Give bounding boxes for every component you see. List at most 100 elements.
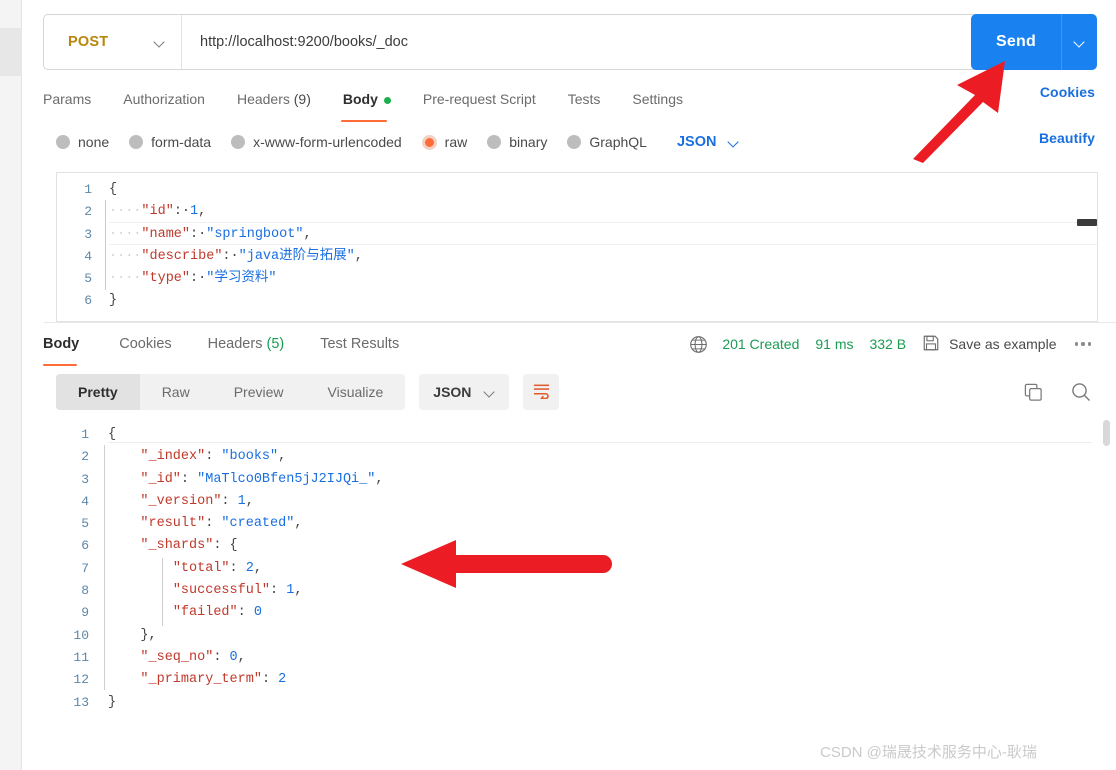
code-line: } (109, 293, 118, 309)
save-icon (922, 334, 940, 355)
line-number: 3 (81, 471, 89, 487)
response-time: 91 ms (815, 336, 854, 352)
annotation-arrow-to-send-button (913, 61, 1005, 163)
line-number: 4 (81, 493, 89, 509)
body-mode-raw[interactable]: raw (421, 134, 467, 150)
body-format-selector[interactable]: JSON (677, 134, 740, 150)
left-sidebar-rail (0, 0, 22, 770)
line-number: 5 (81, 516, 89, 532)
chevron-down-icon (1074, 37, 1085, 48)
view-label: Pretty (78, 384, 118, 400)
response-bottom-edge (44, 738, 1116, 739)
active-tab-underline (340, 119, 387, 122)
copy-icon[interactable] (1023, 382, 1044, 403)
code-line: "_id": "MaTlco0Bfen5jJ2IJQi_", (140, 471, 384, 487)
tab-settings[interactable]: Settings (616, 84, 699, 114)
body-modified-dot-icon (383, 96, 391, 104)
body-mode-none[interactable]: none (56, 134, 109, 150)
code-line: { (108, 427, 117, 442)
body-mode-form-data[interactable]: form-data (129, 134, 211, 150)
body-mode-graphql[interactable]: GraphQL (567, 134, 647, 150)
chevron-down-icon (484, 387, 495, 398)
save-as-example-button[interactable]: Save as example (922, 334, 1057, 355)
response-format-selector[interactable]: JSON (419, 374, 510, 410)
tab-label: Settings (632, 91, 683, 107)
wrap-lines-button[interactable] (523, 374, 560, 410)
request-scrollbar-thumb[interactable] (1077, 219, 1097, 226)
watermark-text: CSDN @瑞晟技术服务中心-耿瑞 (820, 744, 1037, 761)
line-number: 2 (81, 449, 89, 465)
tab-label: Headers (207, 336, 263, 352)
code-line: "_version": 1, (140, 493, 254, 509)
response-tab-cookies[interactable]: Cookies (101, 330, 189, 358)
response-tab-headers[interactable]: Headers (5) (190, 330, 303, 358)
tab-label: Tests (567, 91, 601, 107)
code-line: ····"id":·1, (109, 204, 207, 220)
save-as-example-label: Save as example (949, 336, 1057, 352)
response-tab-body[interactable]: Body (43, 330, 101, 366)
radio-label: binary (509, 134, 548, 150)
chevron-down-icon (154, 37, 165, 48)
headers-count: (9) (293, 91, 311, 107)
body-mode-radio-group: none form-data x-www-form-urlencoded raw… (56, 130, 739, 154)
line-number: 3 (84, 226, 92, 242)
radio-label: none (78, 134, 110, 150)
tab-params[interactable]: Params (43, 84, 107, 114)
line-number: 6 (81, 538, 89, 554)
view-preview[interactable]: Preview (212, 374, 306, 410)
response-scrollbar-thumb[interactable] (1103, 420, 1110, 446)
line-number: 8 (81, 583, 89, 599)
code-line: "_seq_no": 0, (140, 649, 246, 665)
tab-label: Params (43, 91, 92, 107)
code-fold-guide (105, 200, 106, 290)
view-visualize[interactable]: Visualize (306, 374, 406, 410)
radio-label: x-www-form-urlencoded (253, 134, 402, 150)
line-number: 13 (73, 694, 89, 710)
request-url-input[interactable] (182, 15, 982, 69)
cookies-link[interactable]: Cookies (1040, 84, 1095, 100)
view-raw[interactable]: Raw (140, 374, 212, 410)
line-number: 6 (84, 293, 92, 309)
radio-label: GraphQL (589, 134, 647, 150)
code-line: "_primary_term": 2 (140, 672, 287, 688)
response-tab-test-results[interactable]: Test Results (302, 330, 417, 358)
response-status: 201 Created (722, 336, 800, 352)
wrap-lines-icon (532, 382, 551, 402)
response-format-label: JSON (433, 384, 472, 400)
headers-count: (5) (266, 336, 285, 352)
body-mode-x-www-form-urlencoded[interactable]: x-www-form-urlencoded (231, 134, 402, 150)
view-label: Preview (233, 384, 284, 400)
body-format-label: JSON (676, 134, 717, 150)
search-icon[interactable] (1070, 381, 1092, 403)
tab-pre-request-script[interactable]: Pre-request Script (407, 84, 552, 114)
request-line-numbers: 1 2 3 4 5 6 (57, 173, 101, 321)
body-mode-binary[interactable]: binary (487, 134, 547, 150)
line-number: 10 (73, 627, 89, 643)
tab-body[interactable]: Body (327, 84, 407, 122)
response-view-toolbar: Pretty Raw Preview Visualize JSON (56, 374, 560, 410)
view-pretty[interactable]: Pretty (56, 374, 140, 410)
http-method-label: POST (68, 34, 109, 50)
tab-label: Body (43, 336, 80, 352)
response-line-numbers: 1 2 3 4 5 6 7 8 9 10 11 12 13 (44, 418, 100, 738)
tab-tests[interactable]: Tests (552, 84, 617, 114)
http-method-selector[interactable]: POST (44, 15, 182, 69)
line-number: 2 (84, 204, 92, 220)
radio-icon (56, 135, 70, 149)
more-options-icon[interactable] (1071, 338, 1096, 350)
response-size: 332 B (869, 336, 907, 352)
line-number: 9 (81, 605, 89, 621)
tab-authorization[interactable]: Authorization (107, 84, 221, 114)
request-body-editor[interactable]: 1 2 3 4 5 6 {····"id":·1, ····"name":·"springb… (56, 172, 1098, 322)
send-options-dropdown[interactable] (1061, 14, 1097, 70)
code-line: }, (140, 627, 157, 643)
panel-divider (44, 322, 1116, 323)
radio-label: form-data (151, 134, 212, 150)
request-code-lines: {····"id":·1, ····"name":·"springboot", ··… (109, 173, 1097, 313)
code-line: ····"describe":·"java进阶与拓展", (109, 248, 363, 264)
chevron-down-icon (728, 137, 739, 148)
beautify-link[interactable]: Beautify (1039, 130, 1095, 146)
line-number: 4 (84, 248, 92, 264)
tab-headers[interactable]: Headers (9) (221, 84, 327, 114)
code-line: ····"name":·"springboot", (109, 226, 312, 242)
